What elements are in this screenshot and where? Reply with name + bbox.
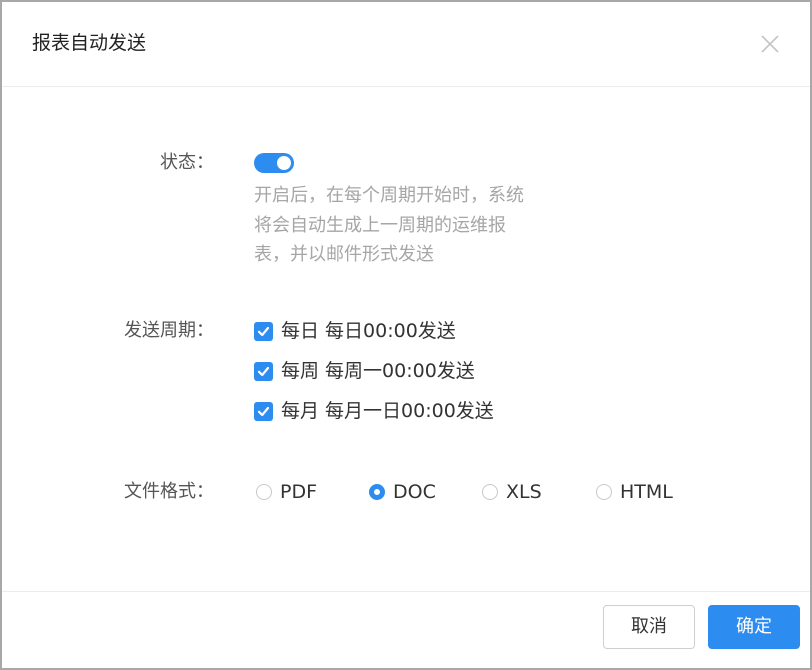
status-label: 状态： [160, 152, 214, 173]
format-option-label: HTML [620, 481, 673, 503]
checkbox-checked-icon[interactable] [254, 361, 273, 381]
close-icon [761, 35, 779, 53]
status-description-line-2: 将会自动生成上一周期的运维报 [254, 215, 506, 236]
format-label: 文件格式： [124, 481, 214, 502]
report-auto-send-dialog: 报表自动发送 状态： 开启后，在每个周期开始时，系统 将会自动生成上一周期的运维… [0, 0, 812, 670]
dialog-footer: 取消 确定 [2, 591, 810, 668]
period-option-label: 每周 每周一00:00发送 [281, 360, 475, 382]
dialog-title: 报表自动发送 [32, 32, 147, 54]
period-label: 发送周期： [124, 320, 214, 341]
period-option-weekly[interactable]: 每周 每周一00:00发送 [254, 357, 475, 385]
radio-unchecked-icon[interactable] [482, 484, 498, 500]
status-toggle[interactable] [254, 153, 294, 173]
format-option-label: PDF [280, 481, 318, 503]
format-option-label: XLS [506, 481, 542, 503]
period-option-monthly[interactable]: 每月 每月一日00:00发送 [254, 397, 494, 425]
format-option-label: DOC [393, 481, 436, 503]
radio-unchecked-icon[interactable] [256, 484, 272, 500]
cancel-button[interactable]: 取消 [603, 605, 695, 649]
checkbox-checked-icon[interactable] [254, 401, 273, 421]
dialog-header: 报表自动发送 [2, 2, 810, 87]
format-option-html[interactable]: HTML [596, 478, 673, 506]
period-option-daily[interactable]: 每日 每日00:00发送 [254, 317, 456, 345]
status-description-line-1: 开启后，在每个周期开始时，系统 [254, 185, 524, 206]
period-option-label: 每日 每日00:00发送 [281, 320, 456, 342]
confirm-button[interactable]: 确定 [708, 605, 800, 649]
radio-unchecked-icon[interactable] [596, 484, 612, 500]
checkbox-checked-icon[interactable] [254, 321, 273, 341]
format-option-pdf[interactable]: PDF [256, 478, 317, 506]
close-button[interactable] [756, 30, 784, 58]
period-option-label: 每月 每月一日00:00发送 [281, 400, 494, 422]
format-option-doc[interactable]: DOC [369, 478, 436, 506]
format-option-xls[interactable]: XLS [482, 478, 542, 506]
radio-checked-icon[interactable] [369, 484, 385, 500]
status-description-line-3: 表，并以邮件形式发送 [254, 244, 434, 265]
toggle-knob [277, 156, 291, 170]
